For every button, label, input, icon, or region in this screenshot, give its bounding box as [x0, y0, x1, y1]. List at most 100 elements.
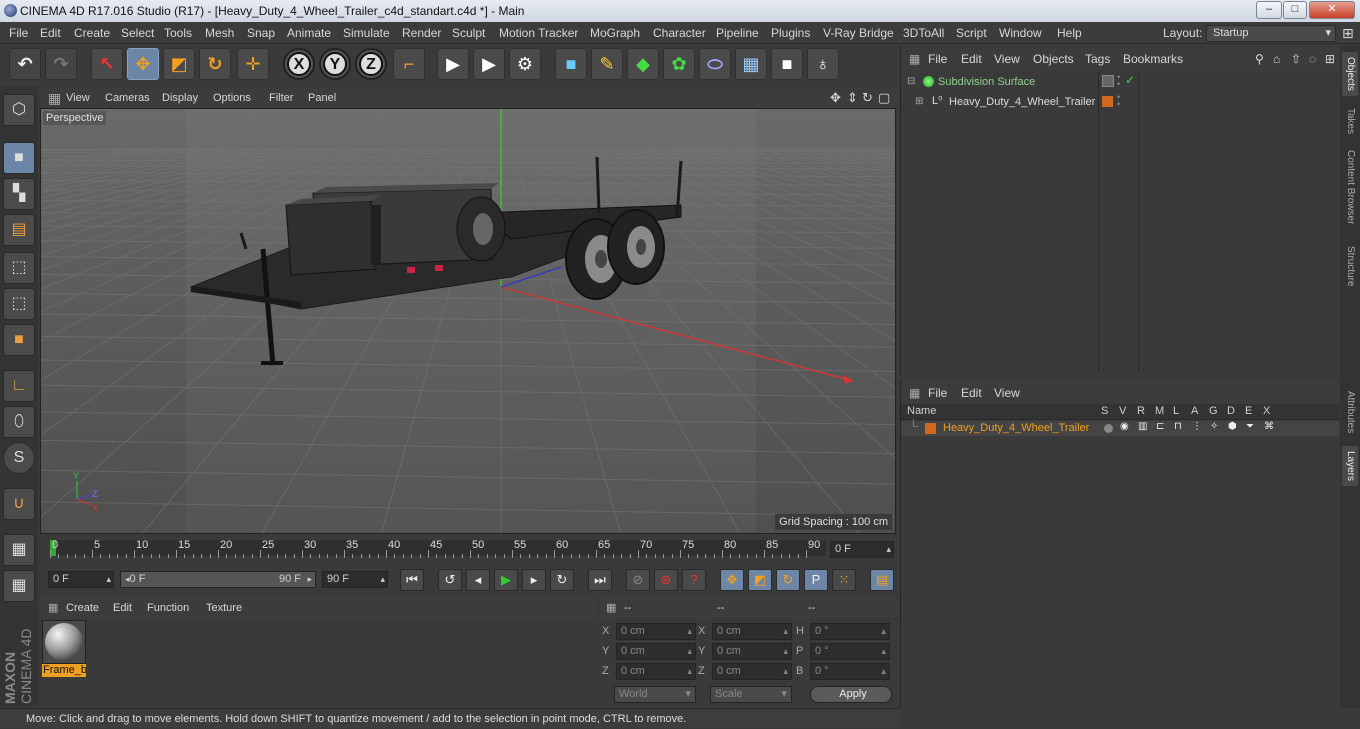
- y-axis-lock-icon[interactable]: Y: [319, 48, 351, 80]
- visibility-dots-icon[interactable]: • •: [1117, 93, 1120, 109]
- cloner-icon[interactable]: ✿: [663, 48, 695, 80]
- texture-mode-icon[interactable]: ▚: [3, 178, 35, 210]
- layer-flag-header[interactable]: S: [1101, 405, 1108, 417]
- viewport-menu-filter[interactable]: Filter: [269, 88, 293, 108]
- lock-icon[interactable]: ⊓: [1174, 421, 1182, 432]
- expand-icon[interactable]: ⊞: [915, 96, 923, 107]
- light-icon[interactable]: ♁: [807, 48, 839, 80]
- home-icon[interactable]: ⌂: [1273, 48, 1280, 70]
- scale-tool-icon[interactable]: ◩: [163, 48, 195, 80]
- coord-mode-select[interactable]: Scale ▾: [710, 686, 792, 703]
- visibility-dots-icon[interactable]: • •: [1117, 73, 1120, 89]
- new-view-icon[interactable]: ◌: [1309, 48, 1316, 70]
- previous-key-icon[interactable]: ↺: [438, 569, 462, 591]
- workplane-mode-icon[interactable]: ▤: [3, 214, 35, 246]
- current-frame-field[interactable]: 0 F ▴: [830, 541, 894, 558]
- layout-select[interactable]: Startup ▾: [1206, 25, 1336, 42]
- material-swatch[interactable]: Frame_b: [42, 620, 86, 678]
- tab-layers[interactable]: Layers: [1342, 446, 1358, 486]
- render-icon[interactable]: ▥: [1138, 421, 1147, 432]
- menu-vray-bridge[interactable]: V-Ray Bridge: [823, 22, 894, 44]
- expressions-icon[interactable]: ⏷: [1246, 421, 1254, 432]
- tag-icon[interactable]: [1102, 75, 1114, 87]
- object-row-subdivision[interactable]: ⊟ Subdivision Surface • • ✓: [905, 73, 1235, 92]
- maximize-button[interactable]: □: [1283, 1, 1307, 19]
- key-rotation-icon[interactable]: ↻: [776, 569, 800, 591]
- layer-flag-header[interactable]: D: [1227, 405, 1235, 417]
- model-mode-icon[interactable]: ■: [3, 142, 35, 174]
- menu-simulate[interactable]: Simulate: [343, 22, 390, 44]
- menu-window[interactable]: Window: [999, 22, 1042, 44]
- menu-help[interactable]: Help: [1057, 22, 1082, 44]
- tab-structure[interactable]: Structure: [1342, 240, 1358, 292]
- material-menu-edit[interactable]: Edit: [113, 598, 132, 618]
- search-icon[interactable]: ⚲: [1255, 48, 1264, 70]
- menu-character[interactable]: Character: [653, 22, 706, 44]
- frame-range-slider[interactable]: ◂0 F 90 F ▸: [120, 571, 316, 588]
- layer-flag-header[interactable]: A: [1191, 405, 1198, 417]
- object-menu-tags[interactable]: Tags: [1085, 48, 1110, 70]
- material-menu-create[interactable]: Create: [66, 598, 99, 618]
- collapse-icon[interactable]: ⊟: [907, 76, 915, 87]
- object-menu-bookmarks[interactable]: Bookmarks: [1123, 48, 1183, 70]
- redo-icon[interactable]: ↷: [45, 48, 77, 80]
- viewport-maximize-icon[interactable]: ▢: [878, 88, 890, 108]
- menu-create[interactable]: Create: [74, 22, 110, 44]
- live-selection-icon[interactable]: ↖: [91, 48, 123, 80]
- layer-color-swatch[interactable]: [925, 423, 936, 434]
- coord-system-select[interactable]: World ▾: [614, 686, 696, 703]
- menu-snap[interactable]: Snap: [247, 22, 275, 44]
- coord-value-field[interactable]: 0 cm ▴: [712, 643, 792, 660]
- viewport-rotate-icon[interactable]: ↻: [862, 88, 873, 108]
- key-pla-icon[interactable]: ⁙: [832, 569, 856, 591]
- material-menu-texture[interactable]: Texture: [206, 598, 242, 618]
- undo-icon[interactable]: ↶: [9, 48, 41, 80]
- menu-animate[interactable]: Animate: [287, 22, 331, 44]
- autokey-icon[interactable]: ⊛: [654, 569, 678, 591]
- viewport-menu-cameras[interactable]: Cameras: [105, 88, 150, 108]
- enabled-check-icon[interactable]: ✓: [1125, 73, 1135, 87]
- tab-objects[interactable]: Objects: [1342, 52, 1358, 96]
- key-param-icon[interactable]: P: [804, 569, 828, 591]
- tweak-mode-icon[interactable]: ⬯: [3, 406, 35, 438]
- coord-value-field[interactable]: 0 cm ▴: [616, 643, 696, 660]
- coordinate-system-icon[interactable]: ⌐: [393, 48, 425, 80]
- coord-value-field[interactable]: 0 cm ▴: [712, 623, 792, 640]
- viewport-perspective[interactable]: Y X Z Perspective Grid Spacing : 100 cm: [40, 108, 896, 534]
- menu-script[interactable]: Script: [956, 22, 987, 44]
- tab-content-browser[interactable]: Content Browser: [1342, 144, 1358, 230]
- go-to-start-icon[interactable]: ⏮: [400, 569, 424, 591]
- key-scale-icon[interactable]: ◩: [748, 569, 772, 591]
- axis-mode-icon[interactable]: ∟: [3, 370, 35, 402]
- move-tool-icon[interactable]: ✥: [127, 48, 159, 80]
- up-arrow-icon[interactable]: ⇧: [1291, 48, 1301, 70]
- menu-plugins[interactable]: Plugins: [771, 22, 810, 44]
- close-button[interactable]: ✕: [1309, 1, 1355, 19]
- render-settings-icon[interactable]: ⚙: [509, 48, 541, 80]
- go-to-end-icon[interactable]: ⏭: [588, 569, 612, 591]
- viewport-menu-options[interactable]: Options: [213, 88, 251, 108]
- object-menu-file[interactable]: File: [928, 48, 947, 70]
- deformer-icon[interactable]: ⬭: [699, 48, 731, 80]
- xref-icon[interactable]: ⌘: [1264, 421, 1274, 432]
- viewport-pan-icon[interactable]: ✥: [830, 88, 841, 108]
- magnet-icon[interactable]: ∪: [3, 488, 35, 520]
- render-picture-viewer-icon[interactable]: ▶: [473, 48, 505, 80]
- animation-icon[interactable]: ⋮: [1192, 421, 1202, 432]
- camera-icon[interactable]: ■: [771, 48, 803, 80]
- tab-attributes[interactable]: Attributes: [1342, 384, 1358, 440]
- generators-icon[interactable]: ✧: [1210, 421, 1218, 432]
- object-menu-view[interactable]: View: [994, 48, 1020, 70]
- record-active-icon[interactable]: ⊘: [626, 569, 650, 591]
- menu-mograph[interactable]: MoGraph: [590, 22, 640, 44]
- object-menu-objects[interactable]: Objects: [1033, 48, 1074, 70]
- layer-flag-header[interactable]: G: [1209, 405, 1218, 417]
- coord-value-field[interactable]: 0 cm ▴: [616, 623, 696, 640]
- render-view-icon[interactable]: ▶: [437, 48, 469, 80]
- rotate-tool-icon[interactable]: ↻: [199, 48, 231, 80]
- layer-flag-header[interactable]: X: [1263, 405, 1270, 417]
- layer-flag-header[interactable]: M: [1155, 405, 1164, 417]
- points-mode-icon[interactable]: ⬚: [3, 252, 35, 284]
- key-position-icon[interactable]: ✥: [720, 569, 744, 591]
- minimize-button[interactable]: –: [1256, 1, 1282, 19]
